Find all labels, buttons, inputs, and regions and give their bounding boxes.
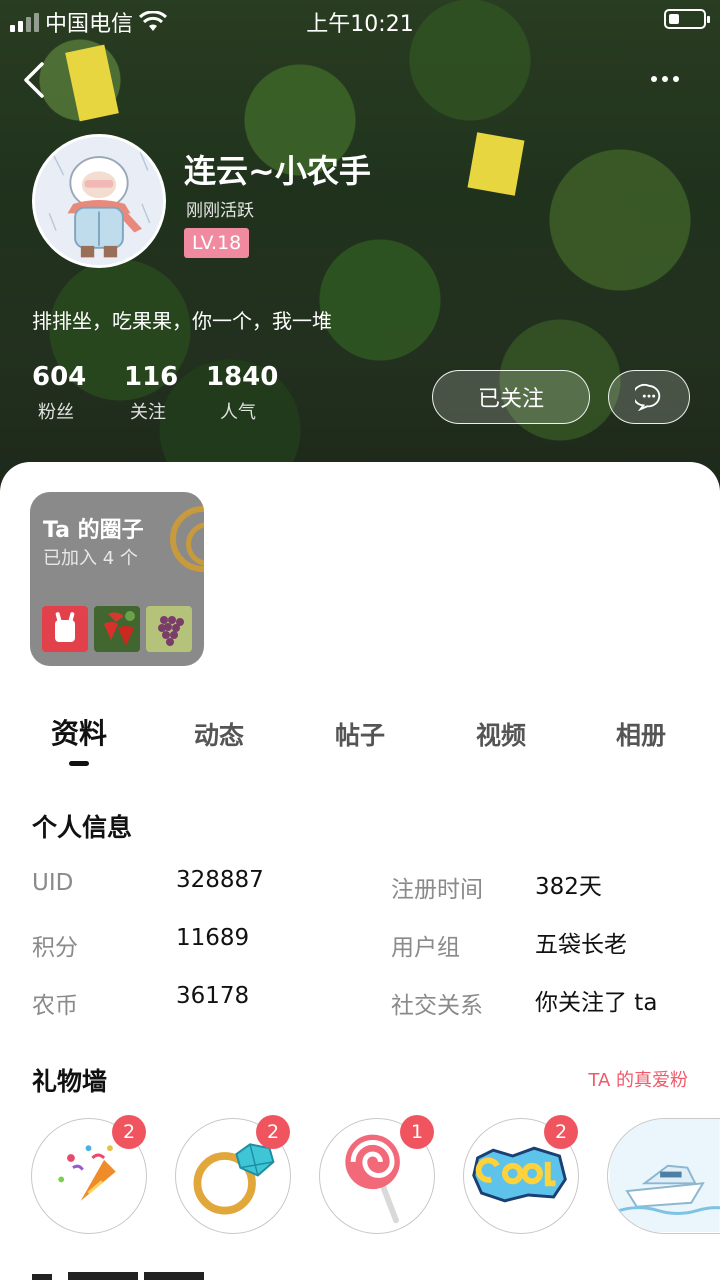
tab-indicator <box>69 761 89 766</box>
info-label: 积分 <box>32 935 78 961</box>
stat-value: 116 <box>124 362 179 392</box>
chat-bubble-icon <box>635 384 661 411</box>
gift-wall-title: 礼物墙 <box>32 1067 108 1096</box>
gift-item[interactable] <box>607 1118 720 1234</box>
info-value: 五袋长老 <box>535 932 627 958</box>
circle-title: Ta 的圈子 <box>43 518 144 543</box>
more-icon[interactable] <box>640 64 690 94</box>
circle-thumb-grape-icon <box>146 606 192 652</box>
cover-decoration <box>65 44 119 122</box>
status-bar: 中国电信 上午10:21 <box>0 0 720 40</box>
tab-activity[interactable]: 动态 <box>174 716 264 752</box>
tab-profile[interactable]: 资料 <box>34 712 124 752</box>
profile-name: 连云~小农手 <box>184 152 371 190</box>
stat-label: 人气 <box>220 402 256 423</box>
info-value: 11689 <box>176 925 250 951</box>
true-fans-link[interactable]: TA 的真爱粉 <box>588 1066 688 1092</box>
message-button[interactable] <box>608 370 690 424</box>
cover-decoration <box>467 132 525 196</box>
gift-item[interactable]: 2 <box>175 1115 291 1234</box>
circle-subtitle: 已加入 4 个 <box>43 548 138 569</box>
follow-button[interactable]: 已关注 <box>432 370 590 424</box>
next-section-peek <box>32 1272 204 1280</box>
gift-item[interactable]: 2 <box>31 1115 147 1234</box>
info-label: 农币 <box>32 993 78 1019</box>
tab-posts[interactable]: 帖子 <box>315 716 405 752</box>
gift-count-badge: 1 <box>400 1115 434 1149</box>
level-badge: LV.18 <box>184 228 250 258</box>
yacht-icon <box>609 1119 720 1232</box>
circle-thumb-rabbit-icon <box>42 606 88 652</box>
stat-value: 604 <box>32 362 87 392</box>
active-status: 刚刚活跃 <box>186 201 254 221</box>
gift-count-badge: 2 <box>112 1115 146 1149</box>
stat-fans[interactable]: 604 粉丝 <box>32 362 86 424</box>
tab-videos[interactable]: 视频 <box>456 716 546 752</box>
status-time: 上午10:21 <box>306 12 414 37</box>
gift-count-badge: 2 <box>544 1115 578 1149</box>
info-label: 社交关系 <box>391 993 483 1019</box>
back-icon[interactable] <box>18 60 54 100</box>
info-label: UID <box>32 870 74 896</box>
profile-content: Ta 的圈子 已加入 4 个 资料 动态 帖子 视频 相册 个人信息 UID 3… <box>0 462 720 1280</box>
circle-thumb-strawberry-icon <box>94 606 140 652</box>
avatar[interactable] <box>32 134 166 268</box>
personal-info-title: 个人信息 <box>32 813 133 842</box>
stat-value: 1840 <box>206 362 279 392</box>
circle-card[interactable]: Ta 的圈子 已加入 4 个 <box>30 492 204 666</box>
battery-icon <box>664 9 710 29</box>
stat-label: 关注 <box>130 402 166 423</box>
circle-decoration-icon <box>170 506 204 572</box>
stat-following[interactable]: 116 关注 <box>124 362 178 424</box>
avatar-illustration <box>35 137 163 265</box>
stat-popularity: 1840 人气 <box>206 362 278 424</box>
gift-item[interactable]: 1 <box>319 1115 435 1234</box>
gift-item[interactable]: 2 <box>463 1115 579 1234</box>
info-value: 382天 <box>535 874 602 900</box>
gift-count-badge: 2 <box>256 1115 290 1149</box>
tab-bar: 资料 动态 帖子 视频 相册 <box>0 710 720 770</box>
info-value: 328887 <box>176 867 264 893</box>
info-label: 用户组 <box>391 935 460 961</box>
info-label: 注册时间 <box>391 877 483 903</box>
tab-album[interactable]: 相册 <box>596 716 686 752</box>
stat-label: 粉丝 <box>38 402 74 423</box>
info-value: 你关注了 ta <box>535 990 658 1016</box>
profile-signature: 排排坐，吃果果，你一个，我一堆 <box>32 309 332 333</box>
info-value: 36178 <box>176 983 250 1009</box>
